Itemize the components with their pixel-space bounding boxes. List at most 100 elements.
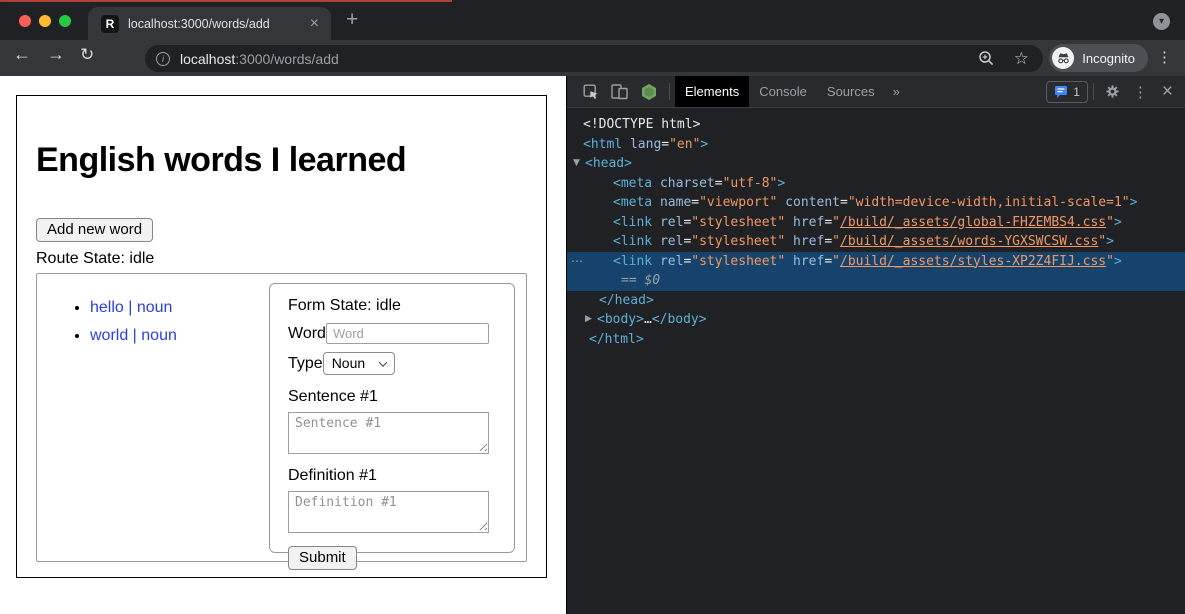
new-tab-button[interactable]: + bbox=[346, 9, 358, 30]
tab-close-icon[interactable]: × bbox=[306, 16, 323, 32]
dom-tree-node[interactable]: <html lang="en"> bbox=[567, 135, 1185, 155]
code-token: = bbox=[840, 195, 848, 210]
type-select[interactable]: Noun bbox=[323, 352, 395, 375]
code-token bbox=[652, 176, 660, 191]
code-token: <link bbox=[613, 234, 652, 249]
web-page: English words I learned Add new word Rou… bbox=[0, 76, 566, 614]
code-token: href bbox=[793, 215, 824, 230]
code-token: /build/_assets/words-YGXSWCSW.css bbox=[840, 234, 1098, 249]
dom-tree-node[interactable]: <meta name="viewport" content="width=dev… bbox=[567, 193, 1185, 213]
add-word-form: Form State: idle Word Type Noun bbox=[269, 283, 515, 553]
sentence-textarea[interactable] bbox=[288, 412, 489, 454]
tab-search-button[interactable]: ▾ bbox=[1153, 13, 1170, 30]
devtools-settings-button[interactable] bbox=[1099, 76, 1126, 107]
route-state-text: Route State: idle bbox=[36, 250, 527, 268]
code-token: /build/_assets/styles-XP2Z4FIJ.css bbox=[840, 254, 1106, 269]
word-link[interactable]: world | noun bbox=[90, 327, 177, 344]
reload-button[interactable]: ↻ bbox=[80, 46, 94, 63]
code-token bbox=[622, 137, 630, 152]
issues-counter[interactable]: 1 bbox=[1046, 81, 1088, 103]
tab-elements[interactable]: Elements bbox=[675, 76, 749, 107]
dom-tree-node[interactable]: ⋯<link rel="stylesheet" href="/build/_as… bbox=[567, 252, 1185, 272]
remix-favicon-icon: R bbox=[101, 15, 119, 33]
code-token bbox=[652, 195, 660, 210]
issues-bubble-icon bbox=[1054, 85, 1068, 99]
device-toolbar-button[interactable] bbox=[605, 76, 634, 107]
words-panel: hello | noun world | noun Form State: id… bbox=[36, 273, 527, 562]
forward-button[interactable]: → bbox=[47, 45, 65, 63]
window-controls bbox=[19, 15, 71, 27]
chevron-down-icon: ▾ bbox=[1159, 16, 1164, 27]
add-new-word-button[interactable]: Add new word bbox=[36, 218, 153, 242]
node-actions-dots-icon[interactable]: ⋯ bbox=[571, 252, 584, 272]
code-token: charset bbox=[660, 176, 715, 191]
tab-title: localhost:3000/words/add bbox=[128, 17, 306, 31]
dom-tree-node[interactable]: ▶<body>…</body> bbox=[567, 310, 1185, 330]
code-token: = bbox=[824, 234, 832, 249]
incognito-label: Incognito bbox=[1082, 51, 1135, 66]
expander-open-icon[interactable]: ▼ bbox=[573, 154, 580, 174]
code-token: " bbox=[832, 215, 840, 230]
code-token: " bbox=[832, 234, 840, 249]
url-text[interactable]: localhost:3000/words/add bbox=[180, 51, 339, 67]
definition-textarea[interactable] bbox=[288, 491, 489, 533]
devtools-menu-icon[interactable]: ⋮ bbox=[1126, 76, 1155, 107]
inspect-element-button[interactable] bbox=[577, 76, 605, 107]
dom-tree-node[interactable]: <link rel="stylesheet" href="/build/_ass… bbox=[567, 213, 1185, 233]
code-token: content bbox=[785, 195, 840, 210]
dom-tree: <!DOCTYPE html><html lang="en">▼ <head> <m… bbox=[567, 108, 1185, 349]
dom-tree-node[interactable]: <meta charset="utf-8"> bbox=[567, 174, 1185, 194]
extension-button[interactable] bbox=[634, 76, 664, 107]
code-token: "stylesheet" bbox=[691, 254, 785, 269]
url-path: :3000/words/add bbox=[235, 51, 339, 67]
minimize-window-button[interactable] bbox=[39, 15, 51, 27]
devtools-panel: Elements Console Sources » 1 bbox=[566, 76, 1185, 614]
code-token: <meta bbox=[613, 195, 652, 210]
code-token: "en" bbox=[669, 137, 700, 152]
devtools-close-icon[interactable]: × bbox=[1155, 76, 1177, 107]
address-bar[interactable]: i localhost:3000/words/add ☆ bbox=[145, 45, 1043, 72]
browser-titlebar: R localhost:3000/words/add × + ▾ bbox=[0, 0, 1185, 40]
dom-tree-node[interactable]: </html> bbox=[567, 330, 1185, 350]
word-label: Word bbox=[288, 325, 326, 343]
submit-button[interactable]: Submit bbox=[288, 546, 357, 570]
dom-tree-node[interactable]: <!DOCTYPE html> bbox=[567, 115, 1185, 135]
incognito-icon bbox=[1052, 47, 1074, 69]
definition-label: Definition #1 bbox=[288, 467, 489, 485]
dom-tree-node[interactable]: <link rel="stylesheet" href="/build/_ass… bbox=[567, 232, 1185, 252]
more-tabs-button[interactable]: » bbox=[885, 76, 908, 107]
devtools-toolbar: Elements Console Sources » 1 bbox=[567, 76, 1185, 108]
green-hexagon-extension-icon bbox=[640, 83, 658, 101]
window-content: English words I learned Add new word Rou… bbox=[0, 76, 1185, 614]
word-input[interactable] bbox=[326, 323, 489, 344]
close-window-button[interactable] bbox=[19, 15, 31, 27]
url-host: localhost bbox=[180, 51, 235, 67]
dom-tree-node[interactable]: == $0 bbox=[567, 271, 1185, 291]
browser-tab[interactable]: R localhost:3000/words/add × bbox=[88, 7, 331, 40]
fullscreen-window-button[interactable] bbox=[59, 15, 71, 27]
code-token: > bbox=[1130, 195, 1138, 210]
code-token: lang bbox=[630, 137, 661, 152]
dom-tree-node[interactable]: </head> bbox=[567, 291, 1185, 311]
dom-tree-node[interactable]: ▼ <head> bbox=[567, 154, 1185, 174]
code-token: </html> bbox=[589, 332, 644, 347]
browser-menu-icon[interactable]: ⋮ bbox=[1157, 48, 1172, 66]
bookmark-star-icon[interactable]: ☆ bbox=[1014, 50, 1029, 67]
code-token: href bbox=[793, 254, 824, 269]
window-top-edge bbox=[0, 0, 452, 2]
code-token: rel bbox=[660, 215, 683, 230]
expander-closed-icon[interactable]: ▶ bbox=[585, 310, 592, 330]
code-token: <head> bbox=[585, 156, 632, 171]
issues-count: 1 bbox=[1073, 85, 1080, 99]
site-info-icon[interactable]: i bbox=[156, 52, 170, 66]
inspect-cursor-icon bbox=[583, 84, 599, 100]
word-link[interactable]: hello | noun bbox=[90, 299, 172, 316]
code-token: <link bbox=[613, 215, 652, 230]
code-token: = bbox=[691, 195, 699, 210]
back-button[interactable]: ← bbox=[13, 45, 31, 63]
tab-sources[interactable]: Sources bbox=[817, 76, 885, 107]
zoom-icon[interactable] bbox=[978, 50, 995, 67]
tab-console[interactable]: Console bbox=[749, 76, 817, 107]
code-token bbox=[785, 254, 793, 269]
code-token: " bbox=[832, 254, 840, 269]
